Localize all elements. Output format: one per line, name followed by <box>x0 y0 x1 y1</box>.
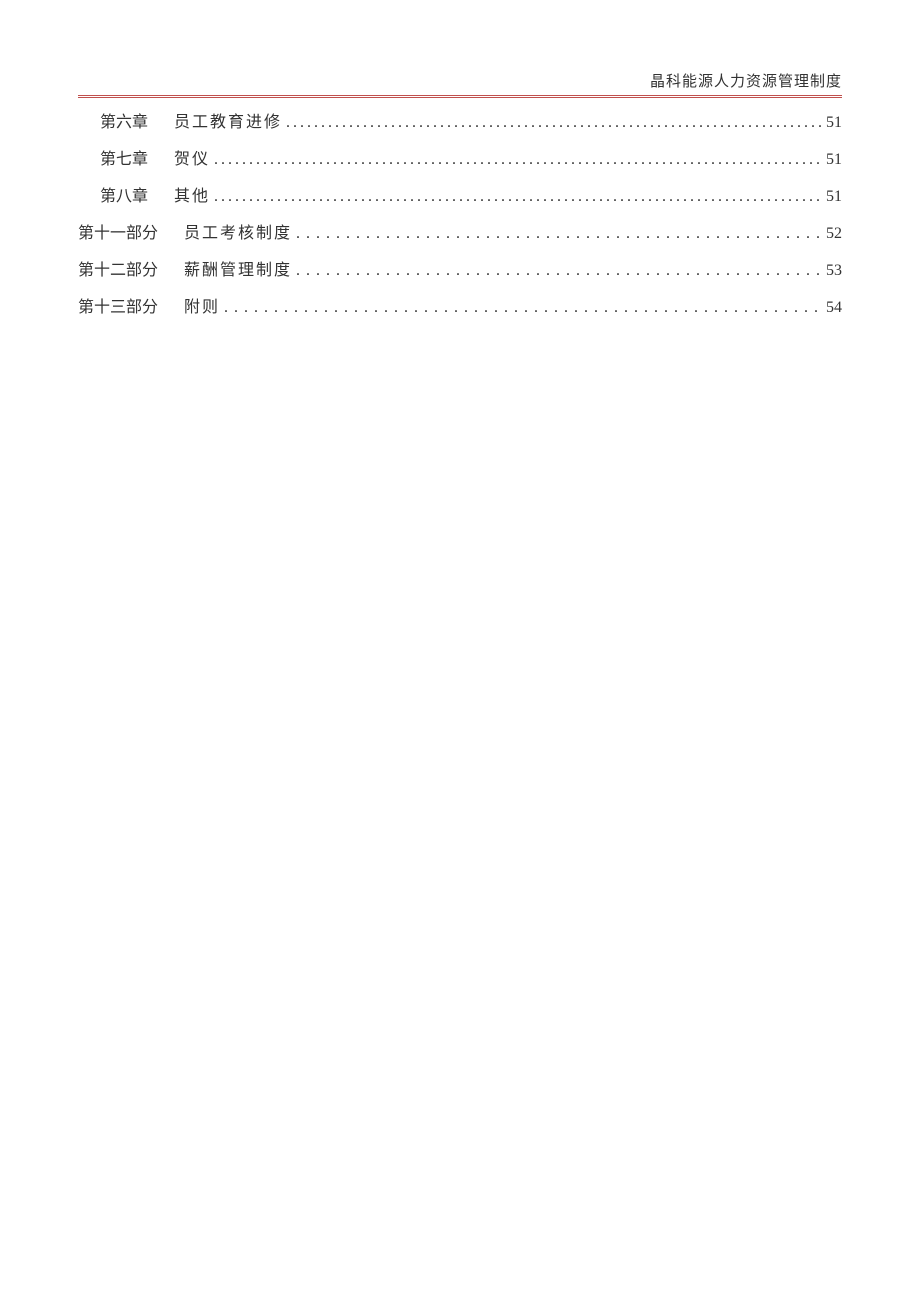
toc-dots <box>214 188 822 206</box>
toc-dots <box>224 299 822 317</box>
toc-title: 其他 <box>174 182 210 206</box>
toc-entry: 第八章 其他 51 <box>78 182 842 206</box>
toc-dots <box>286 114 822 132</box>
toc-entry: 第十二部分 薪酬管理制度 53 <box>78 256 842 280</box>
toc-entry: 第十三部分 附则 54 <box>78 293 842 317</box>
toc-page: 51 <box>826 151 842 169</box>
toc-page: 51 <box>826 114 842 132</box>
header-divider-bottom <box>78 97 842 98</box>
toc-title: 薪酬管理制度 <box>184 256 292 280</box>
toc-entry: 第十一部分 员工考核制度 52 <box>78 219 842 243</box>
toc-label: 第十三部分 <box>78 293 158 317</box>
document-page: 晶科能源人力资源管理制度 第六章 员工教育进修 51 第七章 贺仪 51 第八章… <box>0 0 920 408</box>
toc-label: 第八章 <box>100 182 148 206</box>
header-title: 晶科能源人力资源管理制度 <box>650 74 842 90</box>
toc-title: 附则 <box>184 293 220 317</box>
toc-dots <box>296 262 822 280</box>
toc-page: 53 <box>826 262 842 280</box>
toc-page: 52 <box>826 225 842 243</box>
toc-title: 贺仪 <box>174 145 210 169</box>
table-of-contents: 第六章 员工教育进修 51 第七章 贺仪 51 第八章 其他 51 第十一部分 … <box>78 108 842 317</box>
toc-label: 第十二部分 <box>78 256 158 280</box>
toc-title: 员工教育进修 <box>174 108 282 132</box>
toc-label: 第六章 <box>100 108 148 132</box>
toc-page: 51 <box>826 188 842 206</box>
toc-label: 第七章 <box>100 145 148 169</box>
toc-title: 员工考核制度 <box>184 219 292 243</box>
toc-page: 54 <box>826 299 842 317</box>
toc-entry: 第七章 贺仪 51 <box>78 145 842 169</box>
page-header: 晶科能源人力资源管理制度 <box>78 70 842 95</box>
toc-dots <box>214 151 822 169</box>
header-divider-top <box>78 95 842 96</box>
toc-dots <box>296 225 822 243</box>
toc-label: 第十一部分 <box>78 219 158 243</box>
toc-entry: 第六章 员工教育进修 51 <box>78 108 842 132</box>
